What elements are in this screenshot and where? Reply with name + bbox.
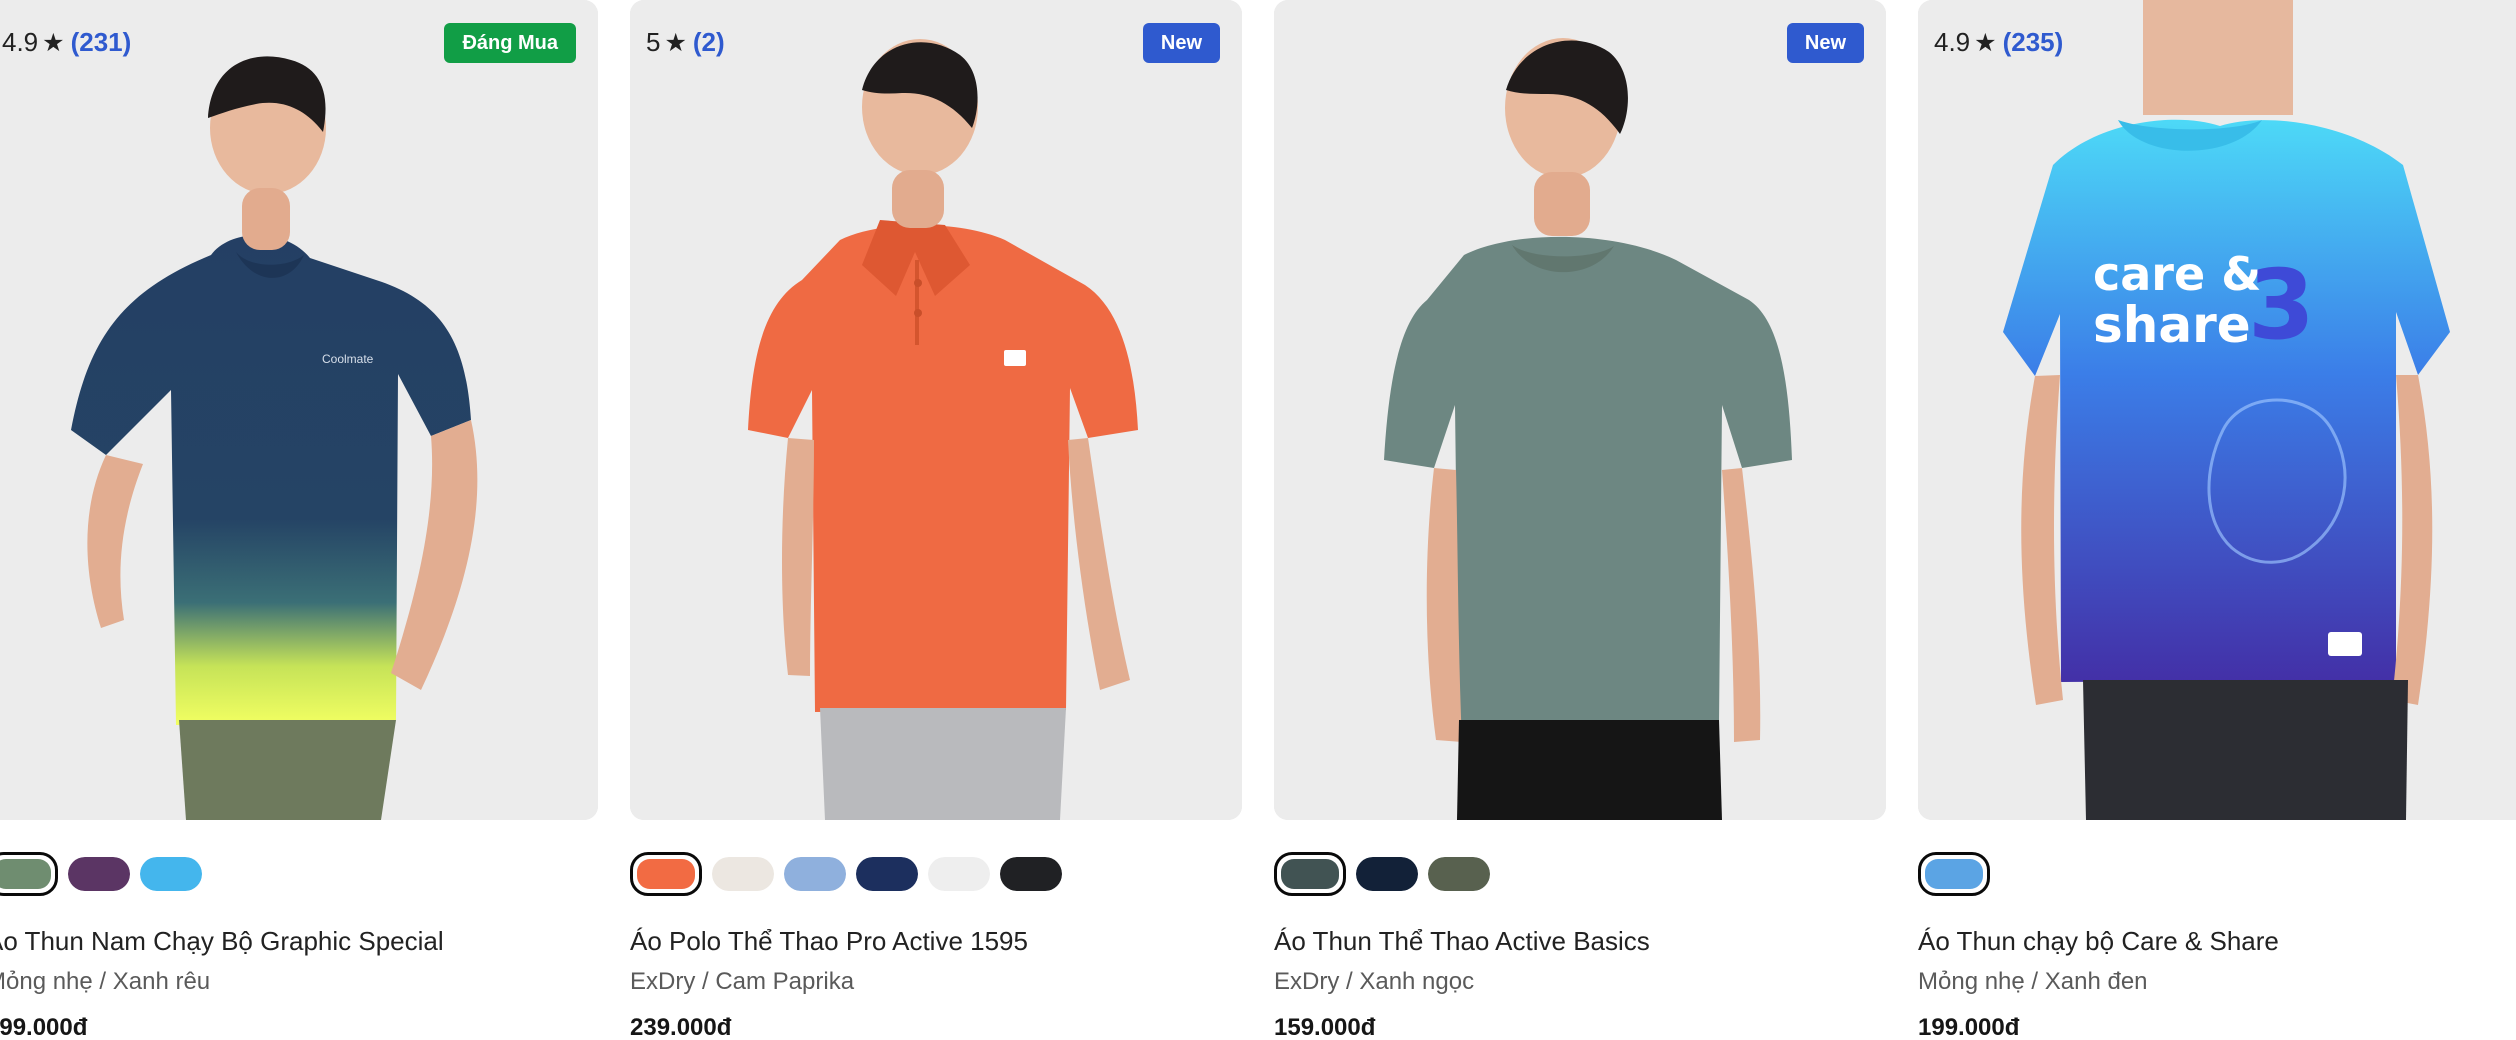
product-card[interactable]: New Áo Thun Thể Thao Active Basics ExDry… [1274, 0, 1886, 1040]
product-image-frame[interactable]: Coolmate 4.9 ★ (231) Đáng Mua [0, 0, 598, 820]
rating-value: 5 [646, 27, 661, 57]
color-swatches [1918, 852, 2516, 896]
gray-shorts [820, 708, 1066, 820]
rating-value: 4.9 [2, 27, 39, 57]
model-neck [1534, 172, 1590, 236]
model-left-arm [1426, 468, 1462, 742]
rating-value: 4.9 [1934, 27, 1971, 57]
swatch-color-fill [140, 857, 202, 891]
star-icon: ★ [1974, 29, 1997, 57]
review-count[interactable]: (231) [71, 27, 132, 57]
product-price: 199.000đ [1918, 1014, 2020, 1040]
product-title[interactable]: Áo Thun Nam Chạy Bộ Graphic Special [0, 924, 598, 958]
product-title[interactable]: Áo Polo Thể Thao Pro Active 1595 [630, 924, 1242, 958]
swatch-color-fill [1428, 857, 1490, 891]
swatch-color-fill [1925, 859, 1983, 889]
product-image-frame[interactable]: New [1274, 0, 1886, 820]
status-badge: Đáng Mua [444, 23, 576, 63]
product-title[interactable]: Áo Thun Thể Thao Active Basics [1274, 924, 1886, 958]
shirt-graphic-text-line2: share [2093, 296, 2251, 354]
swatch-color-fill [856, 857, 918, 891]
dark-shorts [2083, 680, 2408, 820]
product-photo: Coolmate [0, 0, 598, 820]
product-card[interactable]: 5 ★ (2) New Áo Polo Thể Thao Pro Active 15… [630, 0, 1242, 1040]
swatch-color-fill [928, 857, 990, 891]
review-count[interactable]: (235) [2003, 27, 2064, 57]
swatch-color-fill [0, 859, 51, 889]
shirt-brand-logo [2328, 632, 2362, 656]
black-shorts [1457, 720, 1722, 820]
product-card[interactable]: Coolmate 4.9 ★ (231) Đáng Mua Áo Thun Nam … [0, 0, 598, 1040]
model-neck [892, 170, 944, 228]
color-swatch[interactable] [1000, 857, 1062, 891]
shirt-logo-text: Coolmate [322, 352, 374, 366]
color-swatch[interactable] [68, 857, 130, 891]
product-price: 239.000đ [630, 1014, 732, 1040]
color-swatch[interactable] [1428, 857, 1490, 891]
color-swatch-selected[interactable] [0, 852, 58, 896]
swatch-color-fill [712, 857, 774, 891]
care-share-running-tshirt [2003, 119, 2450, 682]
product-variant: ExDry / Cam Paprika [630, 968, 855, 995]
product-photo: care & share 3 [1918, 0, 2516, 820]
swatch-color-fill [637, 859, 695, 889]
shirt-graphic-number: 3 [2248, 249, 2315, 361]
status-badge: New [1786, 23, 1864, 63]
product-grid: Coolmate 4.9 ★ (231) Đáng Mua Áo Thun Nam … [0, 0, 2516, 1040]
color-swatches [630, 852, 1242, 896]
rating-summary: 4.9 ★ (231) [2, 26, 131, 59]
status-badge: New [1142, 23, 1220, 63]
color-swatch[interactable] [784, 857, 846, 891]
color-swatch[interactable] [856, 857, 918, 891]
swatch-color-fill [1356, 857, 1418, 891]
product-variant: Mỏng nhẹ / Xanh đen [1918, 968, 2148, 995]
model-neck-chin [2143, 0, 2293, 115]
shirt-graphic-text-line1: care & [2093, 247, 2261, 301]
swatch-color-fill [784, 857, 846, 891]
product-image-frame[interactable]: care & share 3 4.9 ★ (235) [1918, 0, 2516, 820]
product-photo [630, 0, 1242, 820]
product-price: 199.000đ [0, 1014, 88, 1040]
product-image-frame[interactable]: 5 ★ (2) New [630, 0, 1242, 820]
model-left-arm [782, 438, 814, 676]
product-title[interactable]: Áo Thun chạy bộ Care & Share [1918, 924, 2516, 958]
model-neck [242, 188, 290, 250]
polo-button [914, 279, 922, 287]
color-swatch[interactable] [1356, 857, 1418, 891]
color-swatch-selected[interactable] [630, 852, 702, 896]
product-price: 159.000đ [1274, 1014, 1376, 1040]
swatch-color-fill [1281, 859, 1339, 889]
rating-summary: 4.9 ★ (235) [1934, 26, 2063, 59]
color-swatch[interactable] [712, 857, 774, 891]
product-variant: ExDry / Xanh ngọc [1274, 968, 1475, 995]
rating-summary: 5 ★ (2) [646, 26, 725, 59]
star-icon: ★ [664, 29, 687, 57]
color-swatch-selected[interactable] [1274, 852, 1346, 896]
product-photo [1274, 0, 1886, 820]
color-swatch[interactable] [140, 857, 202, 891]
color-swatches [0, 852, 598, 896]
product-card[interactable]: care & share 3 4.9 ★ (235) Áo Thun chạy bộ… [1918, 0, 2516, 1040]
review-count[interactable]: (2) [693, 27, 725, 57]
polo-button [914, 309, 922, 317]
star-icon: ★ [42, 29, 65, 57]
color-swatch-selected[interactable] [1918, 852, 1990, 896]
color-swatches [1274, 852, 1886, 896]
olive-shorts [179, 720, 396, 820]
shirt-logo [1004, 350, 1026, 366]
swatch-color-fill [1000, 857, 1062, 891]
swatch-color-fill [68, 857, 130, 891]
product-variant: Mỏng nhẹ / Xanh rêu [0, 968, 211, 995]
color-swatch[interactable] [928, 857, 990, 891]
